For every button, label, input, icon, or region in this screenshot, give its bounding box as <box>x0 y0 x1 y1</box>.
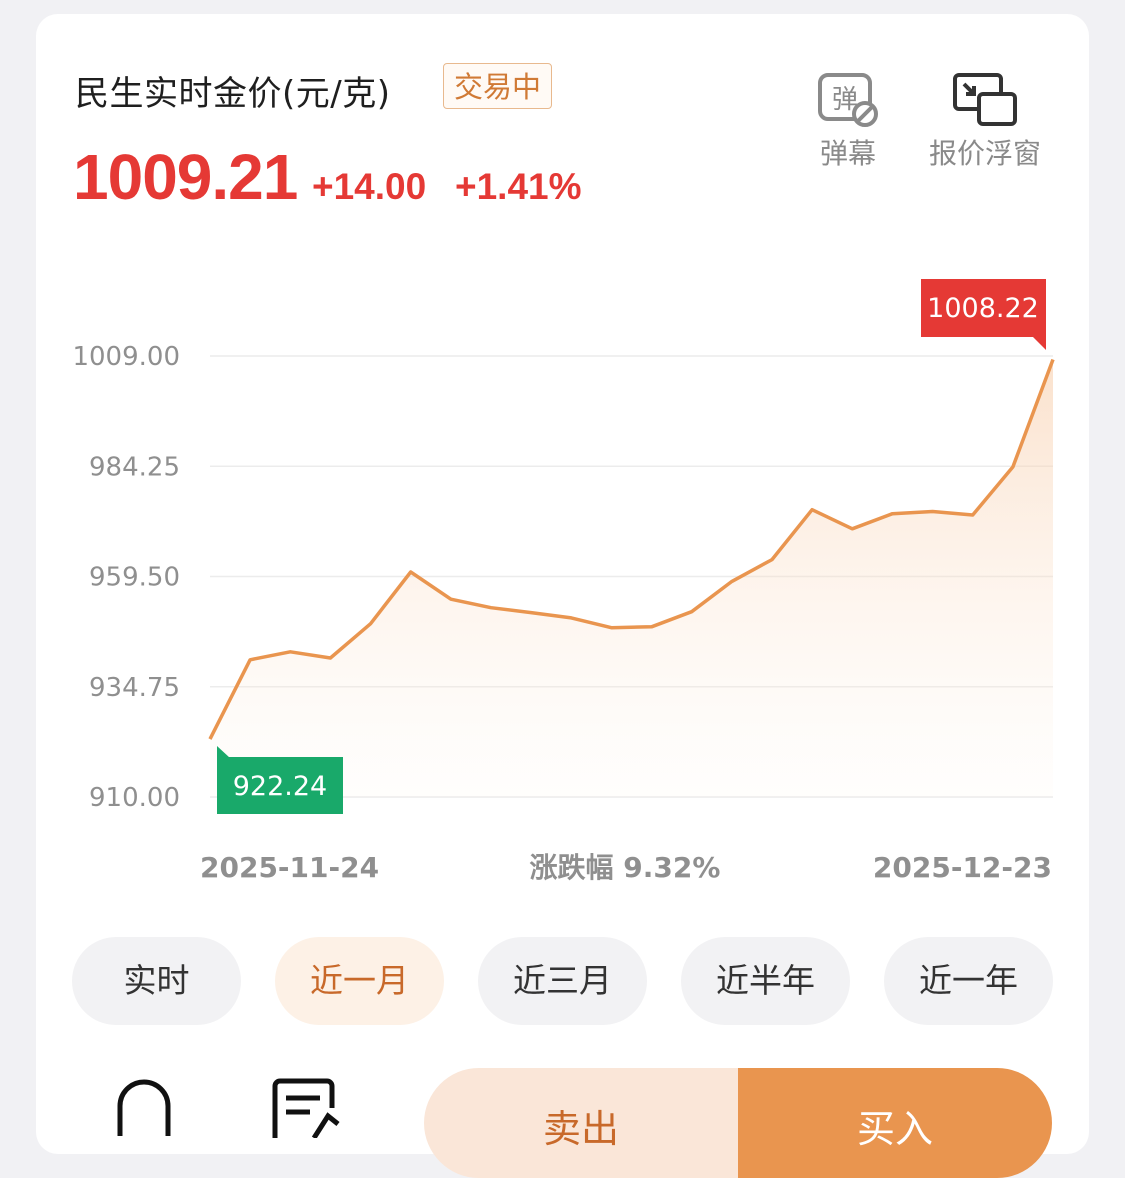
chart-area-fill <box>210 360 1053 798</box>
max-price-tag: 1008.22 <box>921 279 1046 350</box>
trade-buttons: 卖出 买入 <box>424 1068 1052 1178</box>
tab-three-months[interactable]: 近三月 <box>478 937 647 1025</box>
tab-one-year[interactable]: 近一年 <box>884 937 1053 1025</box>
y-tick-label: 934.75 <box>89 673 180 703</box>
min-price-label: 922.24 <box>233 771 327 802</box>
y-tick-label: 1009.00 <box>72 342 180 372</box>
max-price-label: 1008.22 <box>927 293 1039 324</box>
buy-button[interactable]: 买入 <box>738 1068 1052 1178</box>
x-end-label: 2025-12-23 <box>873 851 1052 884</box>
bell-icon[interactable] <box>112 1076 176 1136</box>
price-chart: 1009.00984.25959.50934.75910.00 1008.22 … <box>0 0 1125 900</box>
tab-one-month[interactable]: 近一月 <box>275 937 444 1025</box>
tab-half-year[interactable]: 近半年 <box>681 937 850 1025</box>
order-record-icon[interactable] <box>270 1078 340 1138</box>
y-tick-label: 959.50 <box>89 563 180 593</box>
x-start-label: 2025-11-24 <box>200 851 379 884</box>
period-tabs: 实时 近一月 近三月 近半年 近一年 <box>72 937 1053 1025</box>
tab-realtime[interactable]: 实时 <box>72 937 241 1025</box>
y-tick-label: 984.25 <box>89 452 180 482</box>
sell-button[interactable]: 卖出 <box>424 1068 738 1178</box>
y-tick-label: 910.00 <box>89 783 180 813</box>
change-range-label: 涨跌幅 9.32% <box>530 851 721 884</box>
